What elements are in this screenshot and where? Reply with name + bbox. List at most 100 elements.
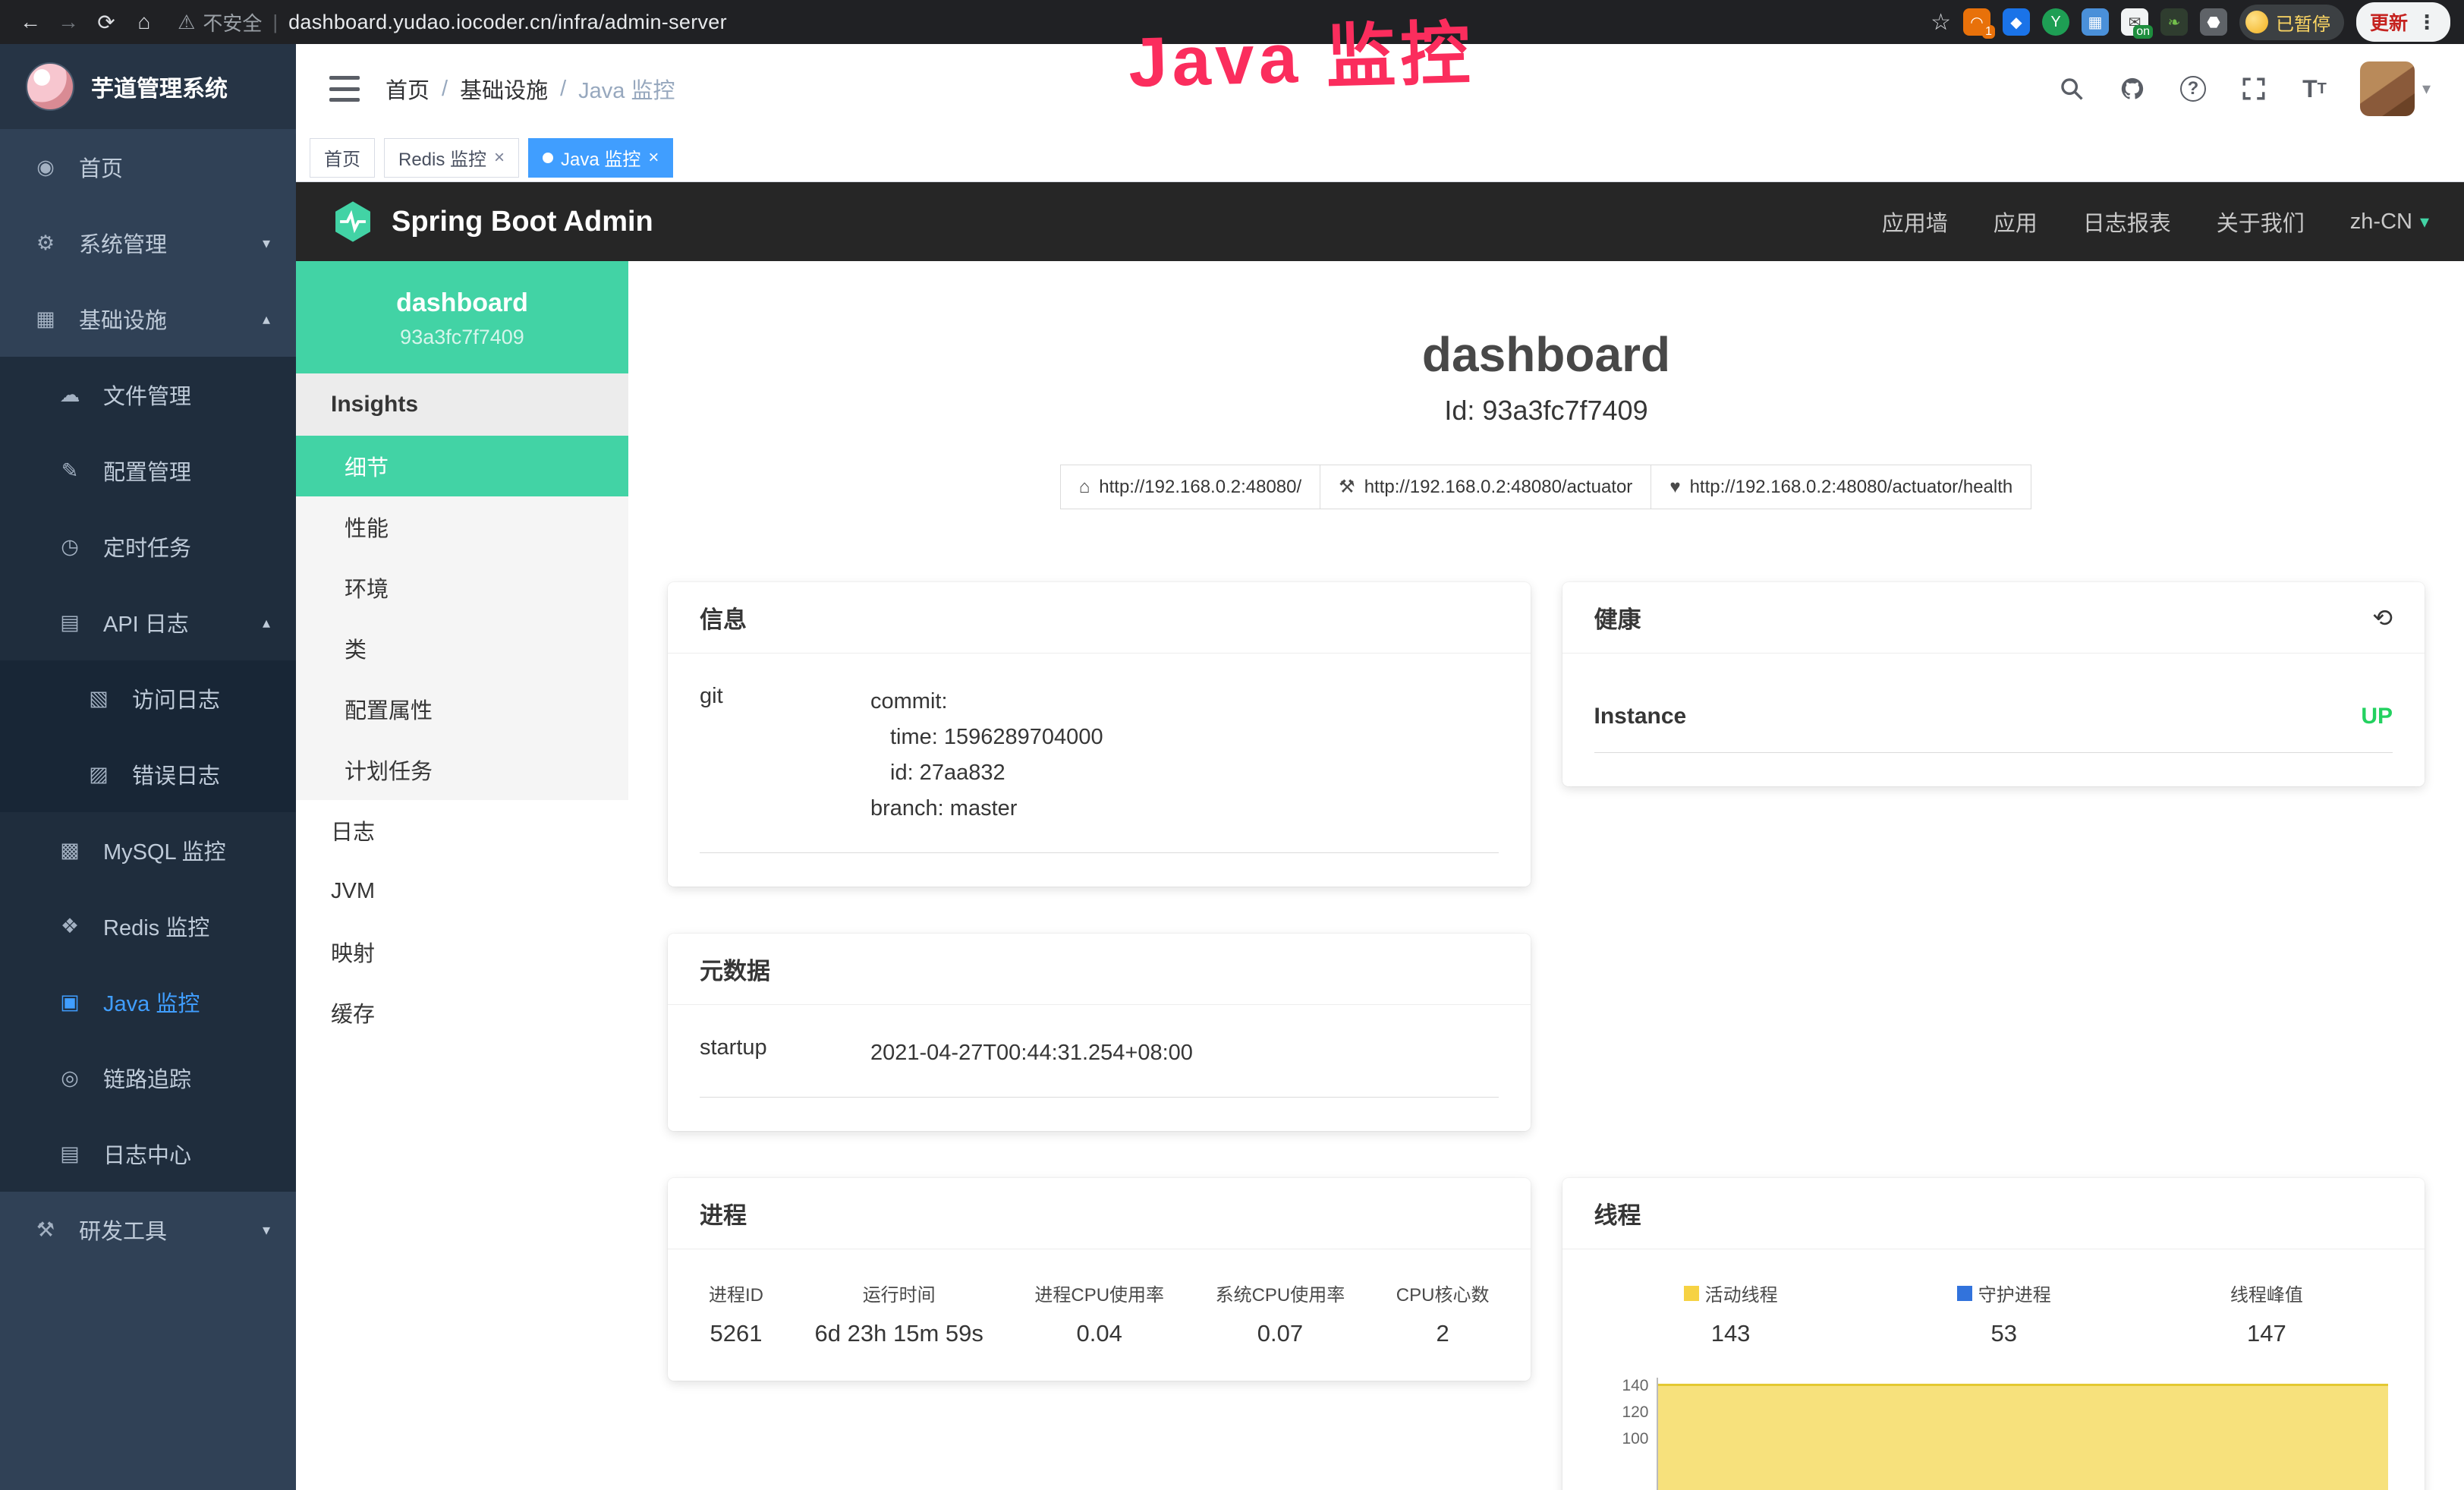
- instance-links: ⌂ http://192.168.0.2:48080/ ⚒ http://192…: [668, 465, 2425, 509]
- process-metrics: 进程ID 5261 运行时间 6d 23h 15m 59s 进程CPU使用率: [700, 1280, 1499, 1347]
- card-health: 健康 ⟲ Instance UP: [1562, 582, 2425, 786]
- metric-label: CPU核心数: [1396, 1280, 1490, 1306]
- profile-paused-chip[interactable]: 已暂停: [2239, 5, 2344, 40]
- extension-leaf-icon[interactable]: ❧: [2160, 8, 2188, 36]
- sidebar-item-java-monitor[interactable]: ▣ Java 监控: [0, 964, 296, 1040]
- github-icon[interactable]: [2117, 74, 2148, 104]
- breadcrumb-item-current: Java 监控: [578, 73, 675, 105]
- info-line: id: 27aa832: [870, 755, 1499, 791]
- sidebar-item-api-logs[interactable]: ▤ API 日志 ▴: [0, 584, 296, 660]
- sba-nav-about[interactable]: 关于我们: [2217, 206, 2305, 238]
- sba-item-jvm[interactable]: JVM: [296, 861, 628, 921]
- sidebar-item-home[interactable]: ◉ 首页: [0, 129, 296, 205]
- sidebar-item-log-center[interactable]: ▤ 日志中心: [0, 1116, 296, 1192]
- sba-item-scheduled-tasks[interactable]: 计划任务: [296, 739, 628, 800]
- link-health-url[interactable]: ♥ http://192.168.0.2:48080/actuator/heal…: [1651, 465, 2031, 509]
- card-metadata: 元数据 startup 2021-04-27T00:44:31.254+08:0…: [668, 934, 1531, 1131]
- extension-puzzle-icon[interactable]: ⬣: [2200, 8, 2227, 36]
- locale-label: zh-CN: [2350, 209, 2412, 235]
- sidebar-item-file-mgmt[interactable]: ☁ 文件管理: [0, 357, 296, 433]
- sba-item-environment[interactable]: 环境: [296, 557, 628, 618]
- sba-item-mappings[interactable]: 映射: [296, 921, 628, 982]
- reload-icon[interactable]: ⟳: [90, 5, 123, 39]
- text-size-icon[interactable]: TT: [2299, 74, 2330, 104]
- instance-header[interactable]: dashboard 93a3fc7f7409: [296, 261, 628, 373]
- history-icon[interactable]: ⟲: [2372, 603, 2393, 632]
- clock-icon: ◷: [56, 535, 83, 559]
- sba-logo-icon: [331, 200, 375, 244]
- sidebar-item-error-logs[interactable]: ▨ 错误日志: [0, 736, 296, 812]
- hamburger-icon[interactable]: [329, 76, 360, 102]
- metric-value: 2: [1396, 1320, 1490, 1347]
- legend-daemon-threads: 守护进程 53: [1957, 1280, 2051, 1347]
- sba-item-metrics[interactable]: 性能: [296, 496, 628, 557]
- forward-icon[interactable]: →: [52, 5, 85, 39]
- chart-y-axis: 140 120 100: [1594, 1378, 1658, 1490]
- locale-select[interactable]: zh-CN ▾: [2350, 209, 2429, 235]
- topbar: 首页 基础设施 Java 监控 ?: [296, 44, 2464, 134]
- page-subtitle: Id: 93a3fc7f7409: [668, 395, 2425, 427]
- heart-icon: ♥: [1669, 477, 1680, 498]
- wrench-icon: ⚒: [1339, 476, 1355, 498]
- security-indicator[interactable]: ⚠ 不安全: [178, 8, 262, 36]
- extension-green-icon[interactable]: Y: [2042, 8, 2069, 36]
- sidebar: 芋道管理系统 ◉ 首页 ⚙ 系统管理 ▾ ▦ 基础设施 ▴ ☁ 文件管理 ✎ 配…: [0, 44, 296, 1490]
- user-menu[interactable]: ▾: [2360, 61, 2431, 116]
- infrastructure-icon: ▦: [32, 307, 59, 331]
- app-logo[interactable]: 芋道管理系统: [0, 44, 296, 129]
- home-icon[interactable]: ⌂: [127, 5, 161, 39]
- tab-java-monitor[interactable]: Java 监控 ×: [528, 138, 673, 178]
- breadcrumb-separator: [560, 77, 566, 102]
- sidebar-item-trace[interactable]: ◎ 链路追踪: [0, 1040, 296, 1116]
- sba-item-classes[interactable]: 类: [296, 618, 628, 679]
- extension-grid-icon[interactable]: ▦: [2082, 8, 2109, 36]
- home-icon: ⌂: [1079, 477, 1090, 498]
- sba-item-config-props[interactable]: 配置属性: [296, 679, 628, 739]
- sba-nav-wallboard[interactable]: 应用墙: [1882, 206, 1948, 238]
- sidebar-item-mysql-monitor[interactable]: ▩ MySQL 监控: [0, 812, 296, 888]
- extension-fox-icon[interactable]: ◠ 1: [1963, 8, 1990, 36]
- y-tick: 140: [1594, 1378, 1649, 1404]
- close-icon[interactable]: ×: [494, 147, 505, 169]
- health-label: Instance: [1594, 704, 1687, 729]
- sidebar-item-config-mgmt[interactable]: ✎ 配置管理: [0, 433, 296, 509]
- address-bar[interactable]: dashboard.yudao.iocoder.cn/infra/admin-s…: [288, 11, 727, 34]
- chevron-up-icon: ▴: [263, 310, 270, 329]
- tab-home[interactable]: 首页: [310, 138, 375, 178]
- sidebar-item-infrastructure[interactable]: ▦ 基础设施 ▴: [0, 281, 296, 357]
- screen: ← → ⟳ ⌂ ⚠ 不安全 | dashboard.yudao.iocoder.…: [0, 0, 2464, 1490]
- app-title: 芋道管理系统: [91, 70, 228, 103]
- tab-label: 首页: [324, 144, 360, 171]
- extension-drop-icon[interactable]: ◆: [2003, 8, 2030, 36]
- breadcrumb-item[interactable]: 首页: [385, 73, 430, 105]
- sba-nav-journal[interactable]: 日志报表: [2083, 206, 2171, 238]
- sidebar-item-dev-tools[interactable]: ⚒ 研发工具 ▾: [0, 1192, 296, 1268]
- sba-item-caches[interactable]: 缓存: [296, 982, 628, 1043]
- fullscreen-icon[interactable]: [2239, 74, 2269, 104]
- dashboard-icon: ◉: [32, 156, 59, 179]
- browser-update-button[interactable]: 更新 ⋮: [2356, 2, 2450, 42]
- sba-item-details[interactable]: 细节: [296, 436, 628, 496]
- search-icon[interactable]: [2056, 74, 2087, 104]
- sidebar-item-label: 研发工具: [79, 1214, 167, 1246]
- sba-nav-applications[interactable]: 应用: [1994, 206, 2038, 238]
- help-icon[interactable]: ?: [2178, 74, 2208, 104]
- extension-mail-icon[interactable]: ✉ on: [2121, 8, 2148, 36]
- sidebar-item-access-logs[interactable]: ▧ 访问日志: [0, 660, 296, 736]
- sidebar-item-redis-monitor[interactable]: ❖ Redis 监控: [0, 888, 296, 964]
- bookmark-star-icon[interactable]: ☆: [1931, 9, 1951, 36]
- link-service-url[interactable]: ⌂ http://192.168.0.2:48080/: [1060, 465, 1320, 509]
- link-actuator-url[interactable]: ⚒ http://192.168.0.2:48080/actuator: [1320, 465, 1651, 509]
- sidebar-item-scheduled-jobs[interactable]: ◷ 定时任务: [0, 509, 296, 584]
- extension-glyph: ▦: [2088, 13, 2103, 32]
- sidebar-item-system-mgmt[interactable]: ⚙ 系统管理 ▾: [0, 205, 296, 281]
- live-threads-area: [1658, 1384, 2389, 1490]
- tab-redis-monitor[interactable]: Redis 监控 ×: [384, 138, 519, 178]
- sidebar-item-label: 错误日志: [132, 758, 220, 790]
- sba-item-logs[interactable]: 日志: [296, 800, 628, 861]
- legend-swatch: [1684, 1286, 1699, 1301]
- breadcrumb-item[interactable]: 基础设施: [460, 73, 548, 105]
- back-icon[interactable]: ←: [14, 5, 47, 39]
- close-icon[interactable]: ×: [648, 147, 659, 169]
- browser-menu-icon[interactable]: ⋮: [2417, 11, 2437, 34]
